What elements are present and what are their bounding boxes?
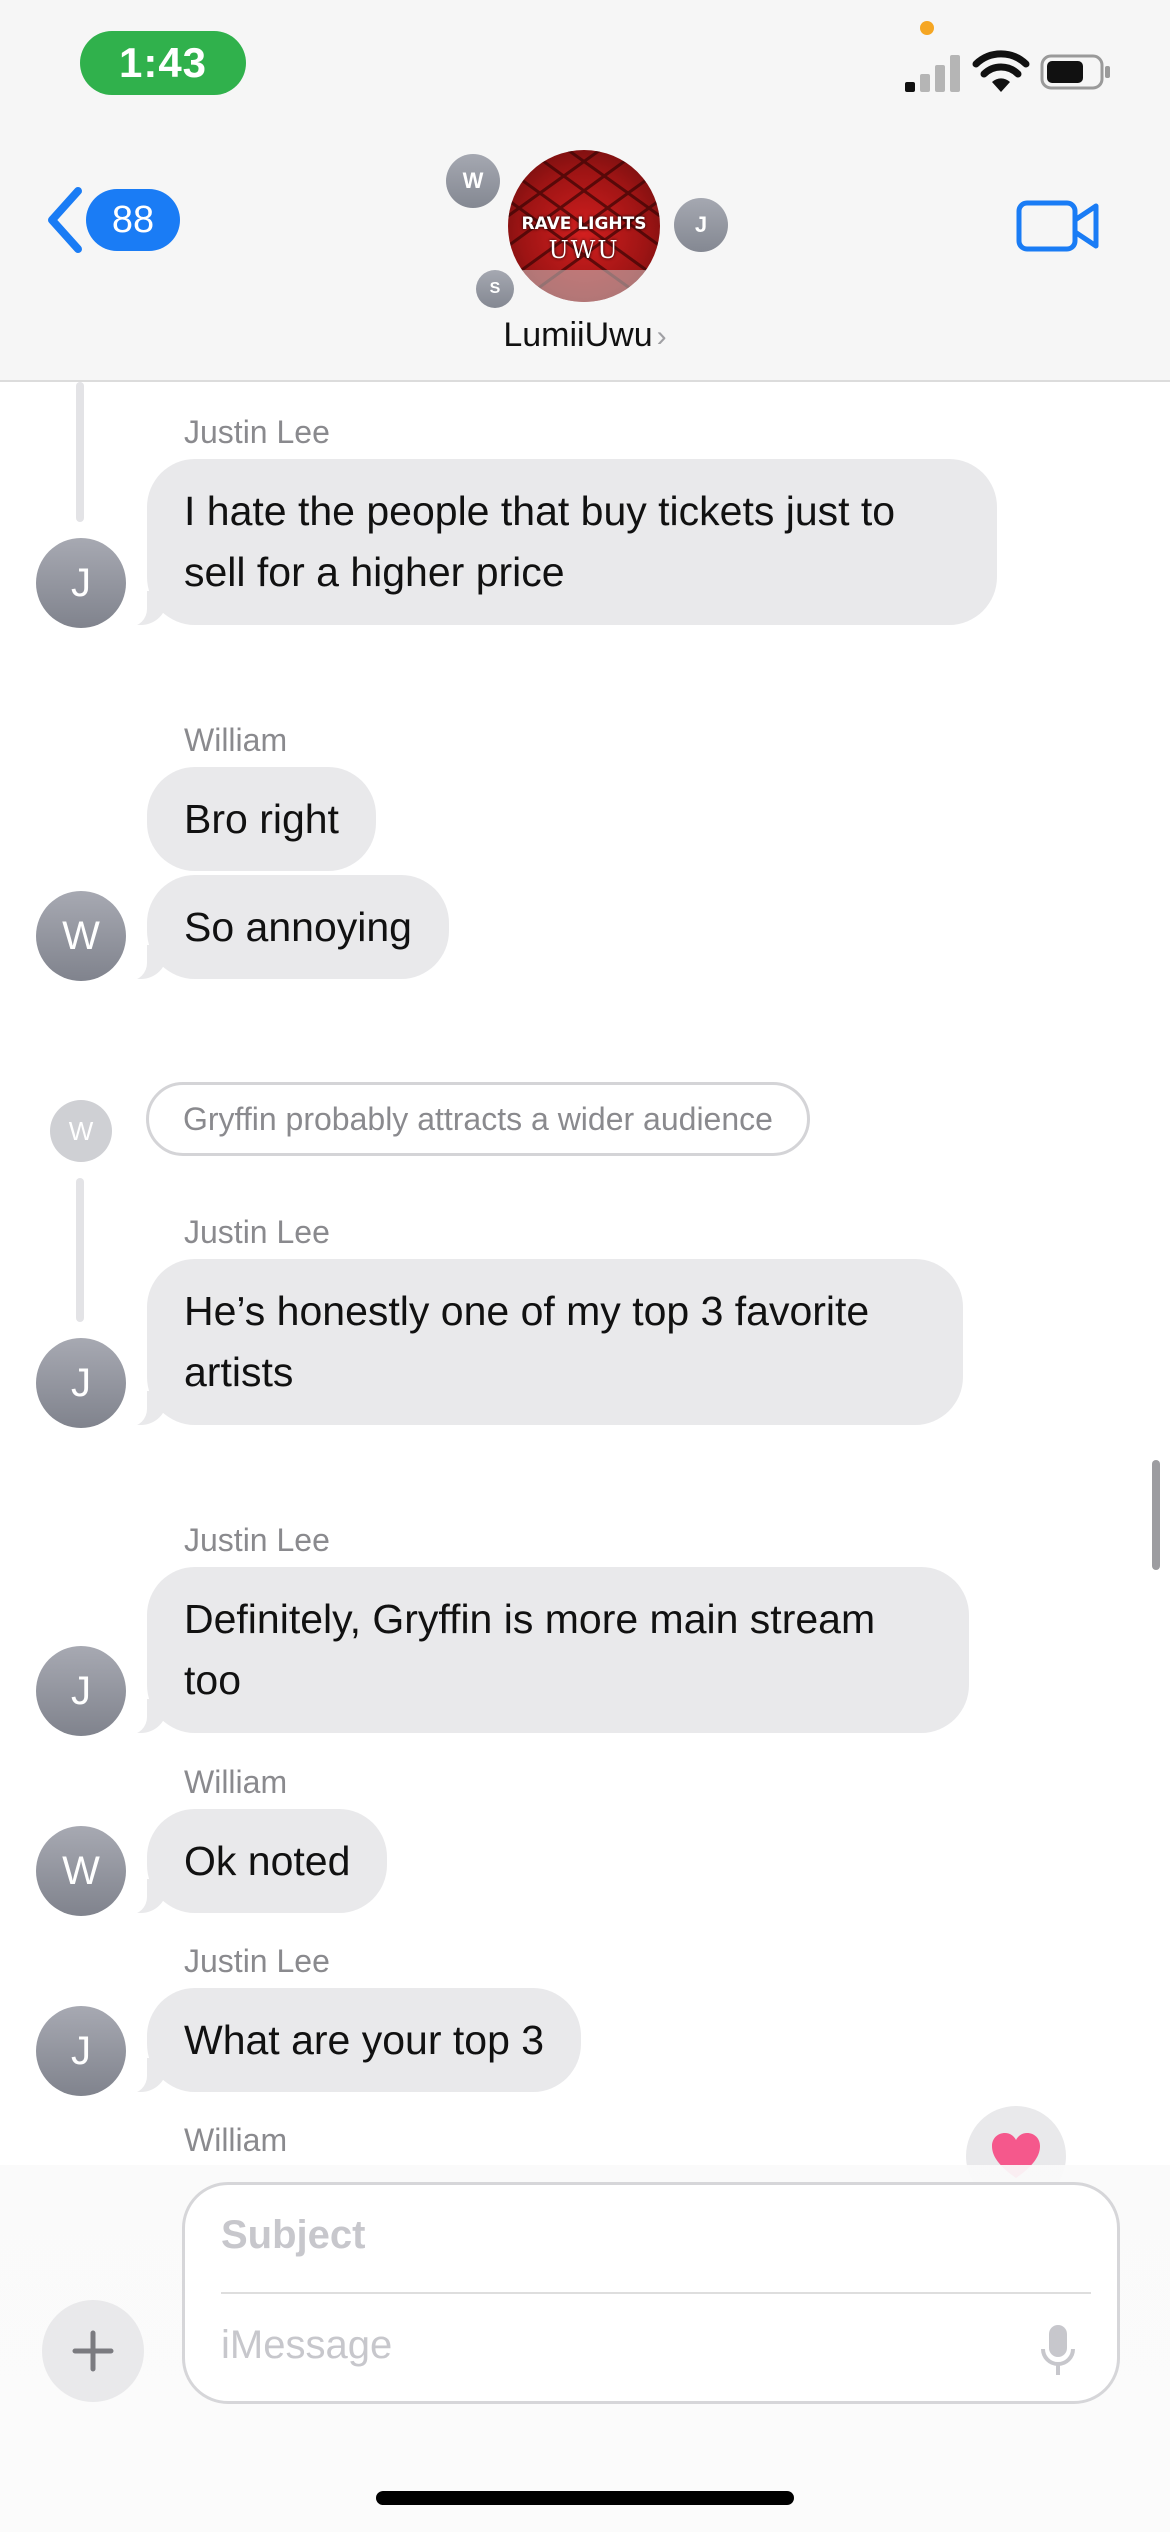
home-indicator[interactable] [376, 2491, 794, 2505]
reply-avatar: W [50, 1100, 112, 1162]
battery-icon [1040, 54, 1110, 90]
status-time[interactable]: 1:43 [80, 31, 246, 95]
privacy-indicator-dot [920, 21, 934, 35]
message-bubble[interactable]: Definitely, Gryffin is more main stream … [121, 1567, 969, 1735]
avatar[interactable]: J [36, 2006, 126, 2096]
thread-line [76, 382, 84, 522]
group-photo[interactable]: RAVE LIGHTS UWU [508, 150, 660, 302]
group-photo-title: RAVE LIGHTS [521, 214, 647, 234]
member-avatar-j[interactable]: J [674, 198, 728, 252]
sender-name: William [184, 2122, 288, 2158]
cellular-signal-icon [905, 54, 961, 92]
group-name[interactable]: LumiiUwu › [0, 316, 1170, 355]
avatar[interactable]: W [36, 891, 126, 981]
chevron-right-icon: › [656, 320, 667, 353]
input-divider [221, 2292, 1091, 2294]
sender-name: Justin Lee [184, 1943, 330, 1979]
plus-icon [72, 2330, 114, 2372]
group-photo-subtitle: UWU [548, 236, 620, 264]
conversation-header: 88 W J S RAVE LIGHTS UWU LumiiUwu › [0, 130, 1170, 382]
chevron-left-icon [48, 187, 82, 253]
avatar[interactable]: W [36, 1826, 126, 1916]
avatar[interactable]: J [36, 1646, 126, 1736]
wifi-icon [972, 50, 1030, 92]
status-bar: 1:43 [0, 0, 1170, 130]
message-input-box[interactable]: Subject iMessage [182, 2182, 1120, 2404]
imessage-field[interactable]: iMessage [221, 2323, 392, 2368]
sender-name: Justin Lee [184, 1214, 330, 1250]
sender-name: William [184, 1764, 288, 1800]
sender-name: Justin Lee [184, 414, 330, 450]
sender-name: Justin Lee [184, 1522, 330, 1558]
group-name-label: LumiiUwu [503, 316, 653, 354]
avatar[interactable]: J [36, 1338, 126, 1428]
message-bubble[interactable]: So annoying [121, 875, 449, 981]
message-bubble[interactable]: He’s honestly one of my top 3 favorite a… [121, 1259, 963, 1427]
message-bubble[interactable]: I hate the people that buy tickets just … [121, 459, 997, 627]
microphone-icon[interactable] [1040, 2323, 1076, 2379]
member-avatar-w[interactable]: W [446, 154, 500, 208]
message-bubble[interactable]: What are your top 3 [120, 1988, 582, 2094]
facetime-video-button[interactable] [1016, 198, 1100, 254]
message-bubble[interactable]: Ok noted [120, 1809, 388, 1915]
sender-name: William [184, 722, 288, 758]
back-button[interactable]: 88 [44, 185, 180, 255]
subject-field[interactable]: Subject [221, 2213, 365, 2258]
unread-count-badge: 88 [86, 189, 180, 251]
scrollbar[interactable] [1152, 1460, 1160, 1570]
reply-preview[interactable]: Gryffin probably attracts a wider audien… [146, 1082, 810, 1156]
thread-line [76, 1178, 84, 1322]
avatar[interactable]: J [36, 538, 126, 628]
message-bubble[interactable]: Bro right [147, 767, 376, 871]
apps-plus-button[interactable] [42, 2300, 144, 2402]
